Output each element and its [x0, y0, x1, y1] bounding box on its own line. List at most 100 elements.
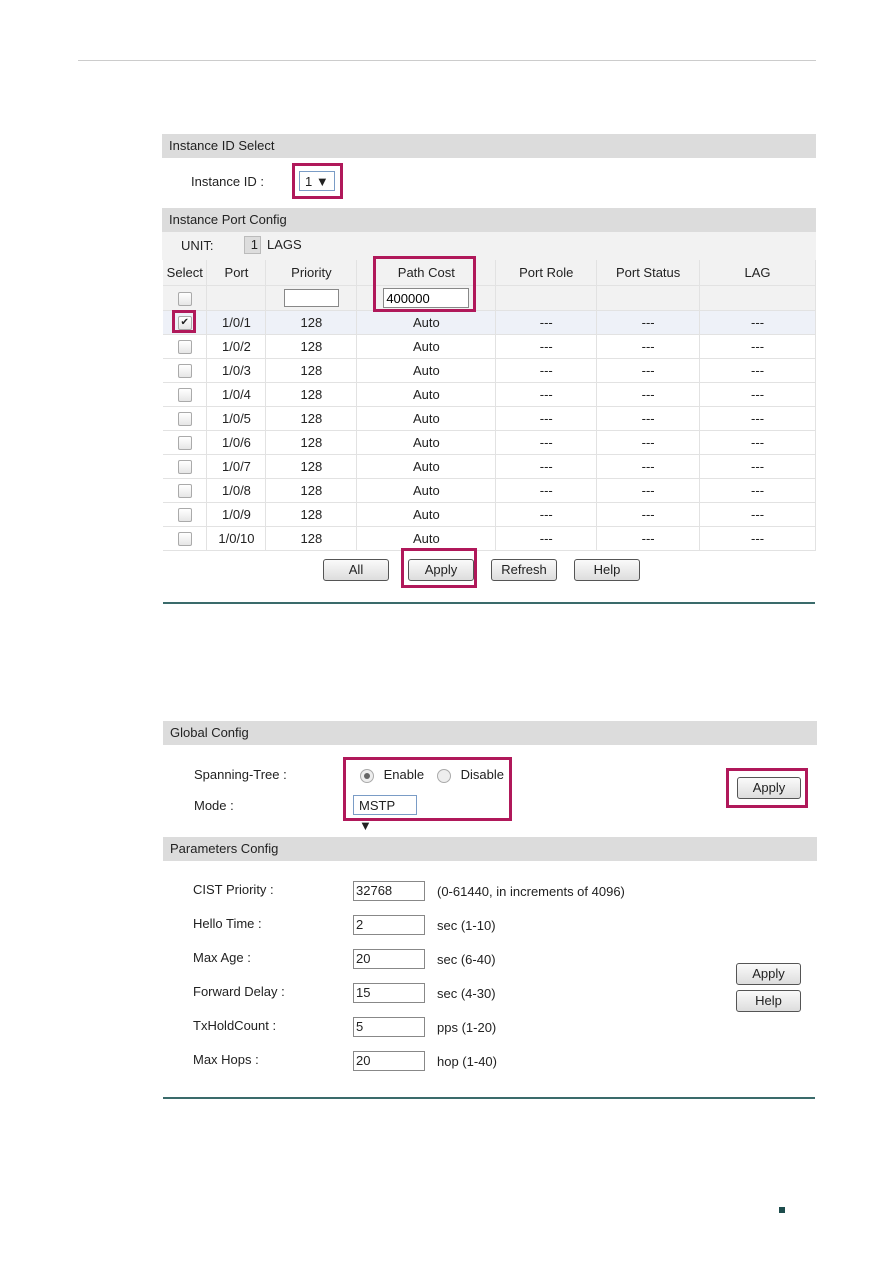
param-input[interactable]: 2 — [353, 915, 425, 935]
instance-port-config-header: Instance Port Config — [162, 208, 816, 232]
cell-status: --- — [596, 382, 701, 407]
cell-priority: 128 — [265, 382, 358, 407]
cell-role: --- — [495, 382, 598, 407]
cell-lag: --- — [699, 358, 816, 383]
param-hint: (0-61440, in increments of 4096) — [437, 884, 625, 899]
param-hint: hop (1-40) — [437, 1054, 497, 1069]
cell-priority: 128 — [265, 478, 358, 503]
cell-priority: 128 — [265, 406, 358, 431]
param-input[interactable]: 20 — [353, 949, 425, 969]
params-help-button[interactable]: Help — [736, 990, 801, 1012]
unit-1-tab[interactable]: 1 — [244, 236, 261, 254]
cell-status: --- — [596, 334, 701, 359]
priority-input[interactable] — [283, 289, 339, 307]
params-apply-button[interactable]: Apply — [736, 963, 801, 985]
param-input[interactable]: 32768 — [353, 881, 425, 901]
param-input[interactable]: 20 — [353, 1051, 425, 1071]
column-header: LAG — [699, 260, 816, 286]
cell-status: --- — [596, 358, 701, 383]
table-row: 1/0/7 128 Auto --- --- --- — [163, 454, 816, 479]
lags-tab[interactable]: LAGS — [267, 237, 302, 252]
cell-path_cost: Auto — [356, 502, 497, 527]
row-checkbox[interactable] — [177, 436, 192, 451]
section-rule — [163, 1097, 815, 1099]
cell-status: --- — [596, 526, 701, 551]
instance-id-select-header: Instance ID Select — [162, 134, 816, 158]
cell-role: --- — [495, 430, 598, 455]
global-config-header: Global Config — [163, 721, 817, 745]
cell-lag: --- — [699, 406, 816, 431]
cell-role: --- — [495, 526, 598, 551]
cell-role: --- — [495, 454, 598, 479]
cell-path_cost: Auto — [356, 382, 497, 407]
cell-port: 1/0/7 — [206, 454, 267, 479]
cell-role: --- — [495, 502, 598, 527]
header-rule — [78, 60, 816, 61]
highlight-box — [726, 768, 808, 808]
row-checkbox[interactable] — [177, 460, 192, 475]
param-label: TxHoldCount : — [193, 1018, 277, 1033]
highlight-box — [373, 256, 476, 312]
instance-id-label: Instance ID : — [191, 174, 264, 189]
column-header: Priority — [265, 260, 358, 286]
cell-port: 1/0/8 — [206, 478, 267, 503]
cell-lag: --- — [699, 382, 816, 407]
select-all-checkbox[interactable] — [177, 291, 192, 306]
table-row: 1/0/2 128 Auto --- --- --- — [163, 334, 816, 359]
row-checkbox[interactable] — [177, 484, 192, 499]
table-row: 1/0/8 128 Auto --- --- --- — [163, 478, 816, 503]
column-header: Port Role — [495, 260, 598, 286]
cell-status: --- — [596, 430, 701, 455]
param-hint: sec (1-10) — [437, 918, 496, 933]
cell-port: 1/0/3 — [206, 358, 267, 383]
manual-page: Instance ID Select Instance ID : 1 ▼ Ins… — [0, 0, 893, 1263]
cell-port: 1/0/5 — [206, 406, 267, 431]
cell-role: --- — [495, 334, 598, 359]
help-button[interactable]: Help — [574, 559, 640, 581]
cell-lag: --- — [699, 526, 816, 551]
cell-priority: 128 — [265, 454, 358, 479]
bulk-edit-row — [163, 285, 816, 311]
row-checkbox[interactable] — [177, 340, 192, 355]
param-label: Max Age : — [193, 950, 251, 965]
param-label: Hello Time : — [193, 916, 262, 931]
table-row: 1/0/5 128 Auto --- --- --- — [163, 406, 816, 431]
highlight-box — [401, 548, 477, 588]
parameters-config-header: Parameters Config — [163, 837, 817, 861]
spanning-tree-label: Spanning-Tree : — [194, 767, 287, 782]
cell-path_cost: Auto — [356, 406, 497, 431]
cell-path_cost: Auto — [356, 478, 497, 503]
param-hint: sec (6-40) — [437, 952, 496, 967]
cell-priority: 128 — [265, 358, 358, 383]
cell-priority: 128 — [265, 502, 358, 527]
cell-lag: --- — [699, 454, 816, 479]
cell-lag: --- — [699, 502, 816, 527]
highlight-box — [343, 757, 512, 821]
param-hint: pps (1-20) — [437, 1020, 497, 1035]
cell-role: --- — [495, 358, 598, 383]
unit-bar: UNIT: 1 LAGS — [162, 232, 816, 260]
param-label: CIST Priority : — [193, 882, 274, 897]
port-table: Select Port Priority Path Cost Port Role Port… — [163, 260, 816, 551]
table-row: 1/0/3 128 Auto --- --- --- — [163, 358, 816, 383]
table-row: 1/0/6 128 Auto --- --- --- — [163, 430, 816, 455]
cell-role: --- — [495, 478, 598, 503]
cell-priority: 128 — [265, 310, 358, 335]
row-checkbox[interactable] — [177, 364, 192, 379]
param-input[interactable]: 5 — [353, 1017, 425, 1037]
table-row: 1/0/4 128 Auto --- --- --- — [163, 382, 816, 407]
param-label: Forward Delay : — [193, 984, 285, 999]
cell-path_cost: Auto — [356, 430, 497, 455]
row-checkbox[interactable] — [177, 412, 192, 427]
cell-status: --- — [596, 454, 701, 479]
refresh-button[interactable]: Refresh — [491, 559, 557, 581]
param-input[interactable]: 15 — [353, 983, 425, 1003]
row-checkbox[interactable] — [177, 532, 192, 547]
param-hint: sec (4-30) — [437, 986, 496, 1001]
cell-priority: 128 — [265, 334, 358, 359]
all-button[interactable]: All — [323, 559, 389, 581]
cell-port: 1/0/2 — [206, 334, 267, 359]
row-checkbox[interactable] — [177, 508, 192, 523]
row-checkbox[interactable] — [177, 388, 192, 403]
mode-label: Mode : — [194, 798, 234, 813]
